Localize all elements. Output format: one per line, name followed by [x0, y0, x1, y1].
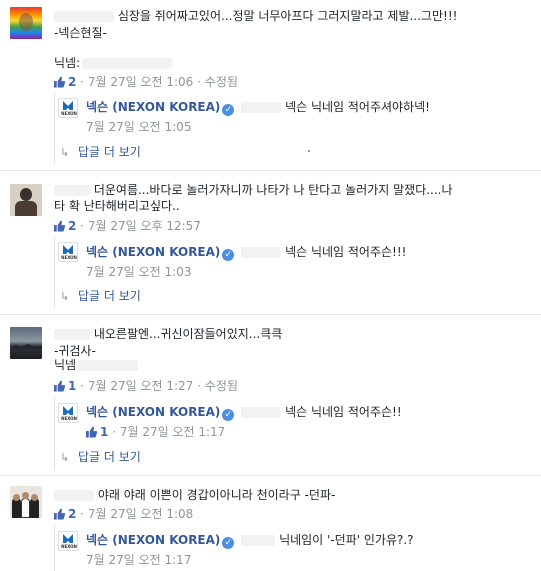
reply-meta: 1 · 7월 27일 오전 1:17 [86, 424, 225, 440]
verified-badge-icon: ✓ [222, 409, 235, 421]
reply-meta: 7월 27일 오전 1:05 [86, 119, 191, 135]
thumbs-up-icon[interactable] [54, 76, 66, 88]
mentioned-user[interactable] [241, 102, 282, 113]
comment-text-line: 더운여름...바다로 놀러가자니까 나타가 나 탄다고 놀러가지 말쟀다....… [54, 182, 453, 198]
commenter-name[interactable] [54, 490, 94, 501]
reply-arrow-icon: ↳ [60, 290, 70, 303]
thread-line [54, 93, 55, 163]
avatar[interactable] [10, 327, 42, 359]
reply-text: 넥슨 (NEXON KOREA) ✓ 넥슨 닉네임 적어주슨!!! [86, 245, 407, 261]
reply-arrow-icon: ↳ [60, 146, 70, 159]
reply-text: 넥슨 (NEXON KOREA) ✓ 넥슨 닉네임 적어주슨!! [86, 405, 402, 421]
like-count[interactable]: 2 [68, 75, 76, 89]
comment-meta: 2 · 7월 27일 오전 1:06 · 수정됨 [54, 74, 238, 90]
reply-author[interactable]: 넥슨 (NEXON KOREA) [86, 533, 220, 547]
like-count[interactable]: 2 [68, 507, 76, 521]
verified-badge-icon: ✓ [222, 104, 235, 116]
commenter-name[interactable] [54, 185, 90, 196]
reply-author[interactable]: 넥슨 (NEXON KOREA) [86, 405, 220, 419]
comment-text-line: 닉넴: [54, 55, 173, 71]
verified-badge-icon: ✓ [222, 537, 235, 549]
avatar[interactable] [10, 184, 42, 216]
like-count[interactable]: 2 [68, 219, 76, 233]
timestamp[interactable]: 7월 27일 오후 12:57 [88, 219, 201, 233]
comment-text-line: 심장을 쥐어짜고있어...정말 너무아프다 그러지말라고 제발...그만!!! [54, 8, 457, 24]
decorative-dot [308, 150, 310, 152]
thread-line [54, 237, 55, 307]
timestamp[interactable]: 7월 27일 오전 1:08 [88, 507, 193, 521]
reply-meta: 7월 27일 오전 1:17 [86, 552, 191, 568]
thumbs-up-icon[interactable] [54, 508, 66, 520]
avatar[interactable] [10, 486, 42, 518]
comment-divider [0, 475, 541, 476]
thumbs-up-icon[interactable] [54, 380, 66, 392]
more-replies-link[interactable]: ↳ 답글 더 보기 [60, 288, 141, 305]
comment-text-line: 내오른팔엔...귀신이잠들어있지...큭큭 [54, 326, 282, 342]
reply-meta: 7월 27일 오전 1:03 [86, 264, 191, 280]
more-replies-link[interactable]: ↳ 답글 더 보기 [60, 449, 141, 466]
comment-text-line: 타 확 난타해버리고싶다.. [54, 199, 180, 213]
comment-text-line: 닉넴 [54, 357, 139, 373]
comment-text-line: 야래 야래 이쁜이 경갑이아니라 천이라구 -던파- [54, 487, 335, 503]
reply-author[interactable]: 넥슨 (NEXON KOREA) [86, 100, 220, 114]
timestamp[interactable]: 7월 27일 오전 1:27 [88, 379, 193, 393]
comment-meta: 2 · 7월 27일 오후 12:57 [54, 218, 201, 234]
thumbs-up-icon[interactable] [86, 426, 98, 438]
timestamp[interactable]: 7월 27일 오전 1:17 [86, 553, 191, 567]
nexon-logo-icon [63, 245, 73, 254]
timestamp[interactable]: 7월 27일 오전 1:05 [86, 120, 191, 134]
mentioned-user[interactable] [241, 535, 276, 546]
nexon-logo-icon [63, 406, 73, 415]
comment-meta: 2 · 7월 27일 오전 1:08 [54, 506, 193, 522]
timestamp[interactable]: 7월 27일 오전 1:03 [86, 265, 191, 279]
mentioned-user[interactable] [241, 407, 282, 418]
nexon-avatar[interactable]: NEXON [58, 242, 78, 262]
nexon-avatar[interactable]: NEXON [58, 531, 78, 551]
comment-divider [0, 314, 541, 315]
timestamp[interactable]: 7월 27일 오전 1:17 [120, 425, 225, 439]
avatar[interactable] [10, 7, 42, 39]
like-count[interactable]: 1 [100, 425, 108, 439]
reply-text: 넥슨 (NEXON KOREA) ✓ 넥슨 닉네임 적어주셔야하넥! [86, 100, 430, 116]
comment-meta: 1 · 7월 27일 오전 1:27 · 수정됨 [54, 378, 238, 394]
reply-arrow-icon: ↳ [60, 451, 70, 464]
nexon-logo-icon [63, 534, 73, 543]
thread-line [54, 525, 55, 571]
like-count[interactable]: 1 [68, 379, 76, 393]
edited-label[interactable]: 수정됨 [205, 75, 238, 89]
thread-line [54, 397, 55, 469]
mentioned-user[interactable] [241, 247, 282, 258]
timestamp[interactable]: 7월 27일 오전 1:06 [88, 75, 193, 89]
edited-label[interactable]: 수정됨 [205, 379, 238, 393]
thumbs-up-icon[interactable] [54, 220, 66, 232]
comment-text-line: -넥슨현질- [54, 26, 107, 40]
nexon-avatar[interactable]: NEXON [58, 98, 78, 118]
commenter-name[interactable] [54, 11, 114, 22]
nexon-logo-icon [63, 101, 73, 110]
nexon-avatar[interactable]: NEXON [58, 403, 78, 423]
comment-divider [0, 170, 541, 171]
more-replies-link[interactable]: ↳ 답글 더 보기 [60, 144, 141, 161]
commenter-name[interactable] [54, 329, 90, 340]
verified-badge-icon: ✓ [222, 249, 235, 261]
reply-author[interactable]: 넥슨 (NEXON KOREA) [86, 245, 220, 259]
reply-text: 넥슨 (NEXON KOREA) ✓ 닉네임이 '-던파' 인가유?.? [86, 533, 414, 549]
